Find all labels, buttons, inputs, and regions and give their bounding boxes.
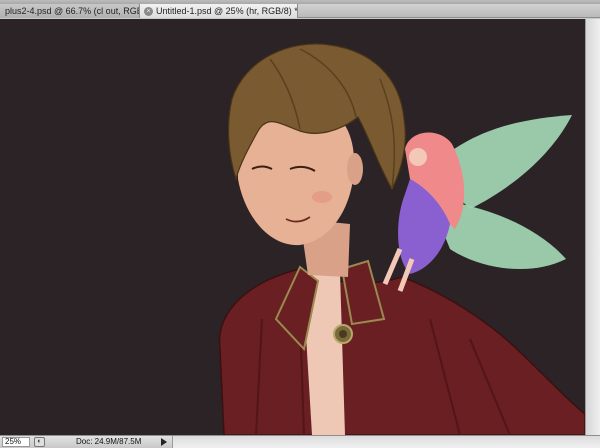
preview-icon[interactable]: ◐ <box>34 437 45 447</box>
horizontal-scrollbar[interactable] <box>172 436 600 448</box>
status-bar: 25% ◐ Doc: 24.9M/87.5M <box>0 435 600 448</box>
document-tab-bar: plus2-4.psd @ 66.7% (cl out, RGB/8) × Unt… <box>0 4 600 18</box>
zoom-input[interactable]: 25% <box>2 437 30 447</box>
document-canvas[interactable] <box>0 19 585 435</box>
fairy-face <box>409 148 427 166</box>
tab-label: Untitled-1.psd @ 25% (hr, RGB/8) * <box>156 6 298 16</box>
tab-plus2-4[interactable]: plus2-4.psd @ 66.7% (cl out, RGB/8) <box>0 4 140 18</box>
triangle-right-icon[interactable] <box>161 438 167 446</box>
tab-label: plus2-4.psd @ 66.7% (cl out, RGB/8) <box>5 6 140 16</box>
tab-untitled-1[interactable]: × Untitled-1.psd @ 25% (hr, RGB/8) * <box>140 4 298 18</box>
cloak <box>218 268 585 435</box>
document-size-info: Doc: 24.9M/87.5M <box>76 437 142 446</box>
close-icon[interactable]: × <box>144 7 153 16</box>
vertical-scrollbar[interactable] <box>585 19 600 435</box>
artwork <box>218 43 585 435</box>
